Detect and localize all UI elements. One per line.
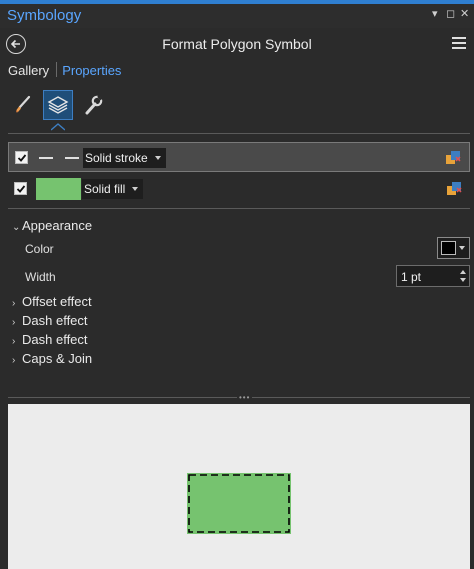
divider	[8, 208, 470, 209]
chevron-down-icon	[154, 156, 161, 160]
chevron-down-icon	[459, 246, 465, 250]
layer-type-dropdown[interactable]: Solid fill	[82, 179, 144, 199]
chevron-right-icon: ›	[12, 336, 16, 347]
preview-splitter-handle[interactable]: •••	[8, 393, 470, 402]
dashed-line-preview	[39, 157, 79, 159]
polygon-preview	[187, 473, 291, 534]
chevron-down-icon	[132, 187, 139, 191]
pane-title: Symbology	[7, 7, 82, 24]
page-title: Format Polygon Symbol	[162, 36, 312, 52]
layer-row-solid-fill[interactable]: Solid fill	[8, 174, 470, 204]
layer-visibility-checkbox[interactable]	[15, 151, 28, 164]
paintbrush-icon[interactable]	[8, 90, 38, 120]
layer-type-label: Solid stroke	[85, 151, 148, 165]
section-caps-join-label: Caps & Join	[22, 351, 93, 366]
grip-dots-icon: •••	[237, 393, 253, 402]
chevron-up-icon[interactable]	[460, 270, 466, 274]
wrench-icon[interactable]	[78, 90, 108, 120]
chevron-down-icon[interactable]	[460, 278, 466, 282]
section-appearance[interactable]: ⌄ Appearance	[12, 218, 92, 233]
preview-polygon-fill	[187, 473, 291, 534]
section-offset-effect-label: Offset effect	[22, 294, 92, 309]
checkmark-icon	[16, 185, 26, 193]
section-dash-effect[interactable]: › Dash effect	[12, 332, 88, 347]
width-label: Width	[25, 270, 56, 284]
section-offset-effect[interactable]: › Offset effect	[12, 294, 92, 309]
symbol-preview-area	[8, 404, 470, 569]
tab-gallery[interactable]: Gallery	[8, 63, 49, 78]
section-appearance-label: Appearance	[22, 218, 93, 233]
chevron-right-icon: ›	[12, 298, 16, 309]
layers-icon[interactable]	[43, 90, 73, 120]
section-caps-join[interactable]: › Caps & Join	[12, 351, 92, 366]
layer-properties-icon[interactable]	[445, 150, 461, 166]
color-swatch	[441, 241, 456, 255]
green-fill-preview	[36, 178, 81, 200]
pin-dropdown-icon[interactable]: ▾	[432, 8, 438, 20]
color-label: Color	[25, 242, 54, 256]
layer-visibility-checkbox[interactable]	[14, 182, 27, 195]
selected-tool-indicator	[51, 123, 65, 131]
pane-title-bar: Symbology ▾ ◻ ✕	[0, 4, 474, 28]
section-dash-effect-label: Dash effect	[22, 313, 88, 328]
chevron-right-icon: ›	[12, 355, 16, 366]
hamburger-menu-icon[interactable]	[452, 37, 466, 49]
layer-properties-icon[interactable]	[446, 181, 462, 197]
layer-type-dropdown[interactable]: Solid stroke	[83, 148, 166, 168]
tab-properties[interactable]: Properties	[62, 63, 121, 78]
layer-type-label: Solid fill	[84, 182, 126, 196]
view-tabs: Gallery Properties	[8, 62, 121, 82]
float-window-icon[interactable]: ◻	[446, 8, 455, 20]
chevron-down-icon: ⌄	[12, 222, 21, 233]
header: Format Polygon Symbol	[0, 30, 474, 58]
chevron-right-icon: ›	[12, 317, 16, 328]
section-dash-effect-label: Dash effect	[22, 332, 88, 347]
width-stepper[interactable]: 1 pt	[396, 265, 470, 287]
section-dash-effect[interactable]: › Dash effect	[12, 313, 88, 328]
layer-row-solid-stroke[interactable]: Solid stroke	[8, 142, 470, 172]
close-pane-icon[interactable]: ✕	[460, 8, 469, 20]
width-value: 1 pt	[401, 270, 422, 284]
tab-separator	[56, 62, 58, 77]
checkmark-icon	[17, 154, 27, 162]
color-picker-button[interactable]	[437, 237, 470, 259]
divider	[8, 133, 470, 134]
